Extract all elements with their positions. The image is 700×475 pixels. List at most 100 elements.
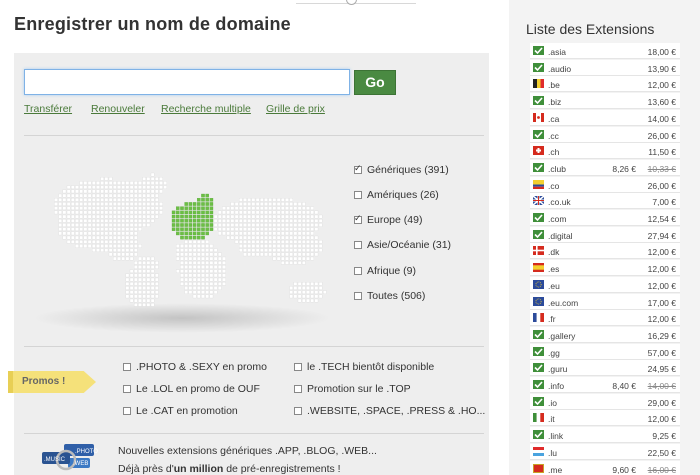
map-dot [314,286,319,290]
extension-row[interactable]: .ch 11,50 € [530,143,680,160]
map-dot [75,240,79,244]
promo-website-space[interactable]: .WEBSITE, .SPACE, .PRESS & .HO... [294,405,485,417]
extension-row[interactable]: .es 12,00 € [530,260,680,277]
map-dot [247,219,251,223]
map-dot [226,206,230,210]
map-dot [150,193,155,198]
extension-row[interactable]: .be 12,00 € [530,76,680,93]
map-dot [276,227,281,231]
promo-photo-sexy[interactable]: .PHOTO & .SEXY en promo [123,361,267,373]
go-button[interactable]: Go [354,70,396,95]
promo-checkbox[interactable] [294,385,302,393]
extension-row[interactable]: .biz 13,60 € [530,93,680,110]
region-generic-option[interactable]: Génériques (391) [354,163,449,176]
map-dot [58,223,62,227]
extension-row[interactable]: .co.uk 7,00 € [530,193,680,210]
collapse-icon[interactable]: ⌃ [346,0,357,5]
map-dot [87,185,92,189]
extension-row[interactable]: .gg 57,00 € [530,343,680,360]
region-africa-option[interactable]: Afrique (9) [354,265,416,277]
promo-lol[interactable]: Le .LOL en promo de OUF [123,383,260,395]
map-dot [100,248,104,252]
map-dot [285,244,289,248]
africa-checkbox[interactable] [354,267,362,275]
map-dot-europe [171,214,176,219]
extension-row[interactable]: .lu 22,50 € [530,443,680,460]
promo-cat[interactable]: Le .CAT en promotion [123,405,238,417]
region-asia-option[interactable]: Asie/Océanie (31) [354,239,451,251]
map-dot [96,206,100,210]
map-dot [62,189,67,194]
map-dot [87,240,92,244]
extension-row[interactable]: .co 26,00 € [530,176,680,193]
map-dot [121,185,125,189]
extension-row[interactable]: .info 8,40 € 14,00 € [530,377,680,393]
map-dot [209,256,214,261]
renew-link[interactable]: Renouveler [91,103,145,115]
map-dot-europe [180,219,184,223]
extension-row[interactable]: .club 8,26 € 10,33 € [530,159,680,176]
map-dot [188,248,193,252]
promo-checkbox[interactable] [294,407,302,415]
map-dot [302,286,306,290]
extension-row[interactable]: .eu.com 17,00 € [530,293,680,310]
extension-row[interactable]: .link 9,25 € [530,427,680,444]
transfer-link[interactable]: Transférer [24,103,72,115]
extension-row[interactable]: .digital 27,94 € [530,226,680,243]
new-extensions-icon: .PHOTO .MUSIC .WEB [42,444,98,471]
flag-uk-icon [533,196,544,206]
promo-checkbox[interactable] [123,407,131,415]
map-dot [205,273,209,278]
map-dot [239,240,243,244]
map-dot [184,248,188,252]
extension-row[interactable]: .asia 18,00 € [530,43,680,59]
promo-top[interactable]: Promotion sur le .TOP [294,383,411,395]
extension-row[interactable]: .io 29,00 € [530,393,680,410]
extension-row[interactable]: .fr 12,00 € [530,310,680,327]
map-dot [285,256,289,261]
map-dot [297,206,302,210]
price-grid-link[interactable]: Grille de prix [266,103,325,115]
extension-row[interactable]: .it 12,00 € [530,410,680,427]
promo-checkbox[interactable] [123,363,131,371]
map-dot [293,231,298,236]
map-dot [71,185,75,189]
extension-row[interactable]: .guru 24,95 € [530,360,680,377]
region-europe-option[interactable]: Europe (49) [354,213,422,226]
map-dot [201,282,205,286]
all-checkbox[interactable] [354,292,362,300]
europe-checkbox[interactable] [354,213,362,224]
news-line-1: Nouvelles extensions génériques .APP, .B… [118,445,377,457]
asia-checkbox[interactable] [354,241,362,249]
extension-price: 16,00 € [647,464,676,475]
extension-row[interactable]: .audio 13,90 € [530,59,680,76]
region-all-option[interactable]: Toutes (506) [354,290,425,302]
extension-row[interactable]: .dk 12,00 € [530,243,680,260]
map-dot-europe [188,202,193,206]
extension-row[interactable]: .ca 14,00 € [530,109,680,126]
map-dot [276,198,281,202]
map-dot [62,193,67,198]
map-dot [234,202,239,206]
map-dot [188,273,193,278]
extension-row[interactable]: .gallery 16,29 € [530,326,680,343]
extension-row[interactable]: .me 9,60 € 16,00 € [530,460,680,475]
generic-checkbox[interactable] [354,163,362,174]
multi-search-link[interactable]: Recherche multiple [161,103,251,115]
americas-checkbox[interactable] [354,191,362,199]
region-americas-option[interactable]: Amériques (26) [354,189,439,201]
map-dot [108,185,113,189]
map-dot [289,290,293,294]
extension-name: .fr [548,314,556,325]
extension-row[interactable]: .eu 12,00 € [530,276,680,293]
promo-tech[interactable]: le .TECH bientôt disponible [294,361,434,373]
promo-checkbox[interactable] [294,363,302,371]
extension-row[interactable]: .com 12,54 € [530,210,680,226]
extension-row[interactable]: .cc 26,00 € [530,126,680,143]
promo-checkbox[interactable] [123,385,131,393]
map-dot [285,198,289,202]
top-collapse-handle[interactable]: ⌃ [296,0,416,5]
map-dot [180,273,184,278]
domain-search-input[interactable] [24,69,350,95]
world-map[interactable] [26,165,346,325]
